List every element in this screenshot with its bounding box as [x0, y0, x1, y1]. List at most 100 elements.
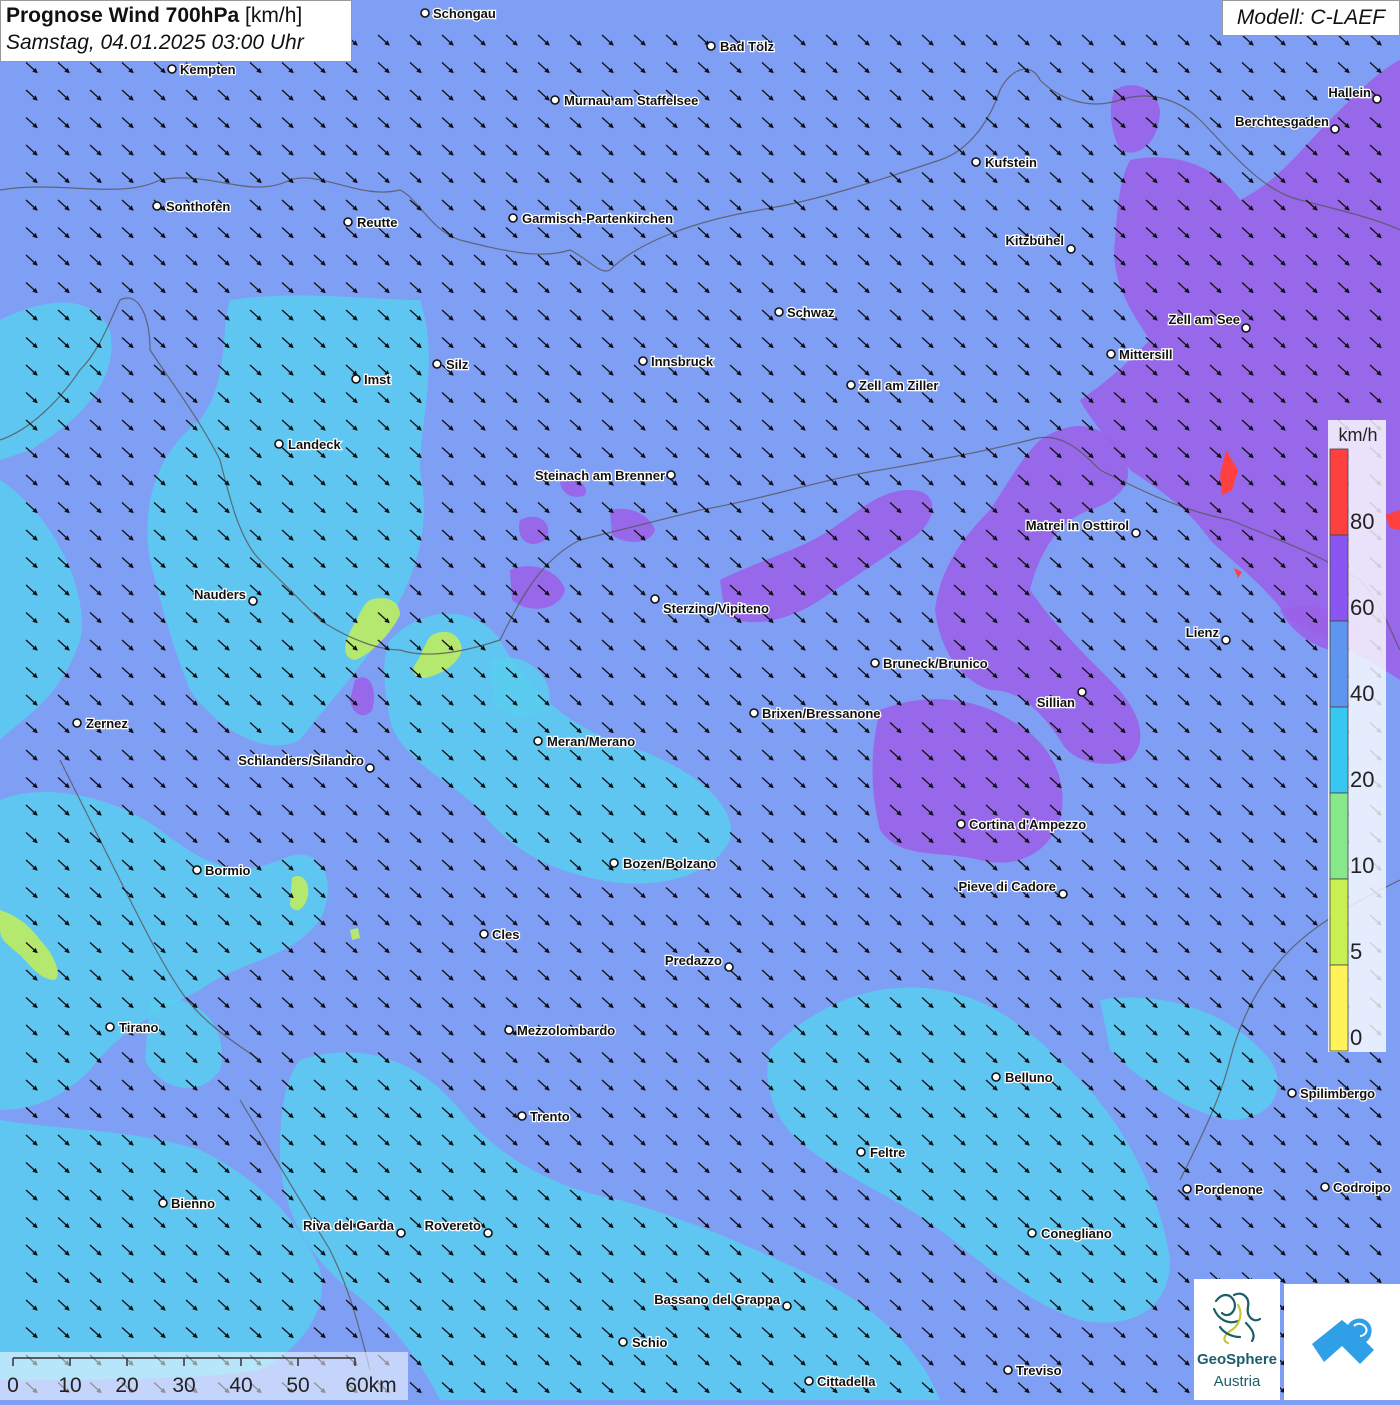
city-dot	[956, 819, 966, 829]
legend-unit: km/h	[1338, 425, 1377, 445]
city-dot	[1003, 1365, 1013, 1375]
city-dot	[1221, 635, 1231, 645]
city-dot	[650, 594, 660, 604]
city-label: Cittadella	[817, 1374, 876, 1389]
city-label: Riva del Garda	[303, 1218, 395, 1233]
legend-bin	[1329, 792, 1349, 880]
city-dot	[504, 1025, 514, 1035]
city-dot	[1027, 1228, 1037, 1238]
city-dot	[343, 217, 353, 227]
city-dot	[1058, 889, 1068, 899]
title-main: Prognose Wind 700hPa	[6, 4, 240, 27]
city-label: Bienno	[171, 1196, 215, 1211]
legend-label: 5	[1350, 939, 1362, 964]
title-unit: [km/h]	[239, 4, 303, 27]
geosphere-name: GeoSphere	[1196, 1351, 1278, 1368]
city-marker: Brixen/Bressanone	[749, 705, 882, 722]
city-label: Pieve di Cadore	[958, 879, 1056, 894]
city-label: Spilimbergo	[1300, 1086, 1375, 1101]
city-dot	[550, 95, 560, 105]
city-dot	[804, 1376, 814, 1386]
legend-color-bins	[1329, 448, 1349, 1052]
city-label: Berchtesgaden	[1235, 114, 1329, 129]
city-dot	[782, 1301, 792, 1311]
city-marker: Mezzolombardo	[504, 1022, 617, 1039]
city-label: Schongau	[433, 6, 496, 21]
city-label: Meran/Merano	[547, 734, 635, 749]
geosphere-logo: GeoSphere Austria	[1194, 1279, 1280, 1400]
city-dot	[991, 1072, 1001, 1082]
city-label: Murnau am Staffelsee	[564, 93, 698, 108]
city-dot	[1287, 1088, 1297, 1098]
city-label: Reutte	[357, 215, 397, 230]
city-dot	[1182, 1184, 1192, 1194]
city-label: Brixen/Bressanone	[762, 706, 881, 721]
legend-bin	[1329, 448, 1349, 536]
city-label: Hallein	[1328, 85, 1371, 100]
city-dot	[533, 736, 543, 746]
city-marker: Schongau	[420, 5, 497, 22]
city-dot	[248, 596, 258, 606]
scale-label: 50	[286, 1374, 309, 1397]
city-label: Bassano del Grappa	[654, 1292, 780, 1307]
city-marker: Pordenone	[1182, 1181, 1264, 1198]
title-box: Prognose Wind 700hPa [km/h] Samstag, 04.…	[0, 0, 352, 62]
city-label: Pordenone	[1195, 1182, 1263, 1197]
city-label: Treviso	[1016, 1363, 1062, 1378]
city-label: Kempten	[180, 62, 236, 77]
city-marker: Bozen/Bolzano	[609, 855, 717, 872]
city-label: Rovereto	[425, 1218, 481, 1233]
city-dot	[158, 1198, 168, 1208]
city-dot	[1330, 124, 1340, 134]
city-label: Conegliano	[1041, 1226, 1112, 1241]
city-label: Silz	[446, 357, 469, 372]
city-marker: Spilimbergo	[1287, 1085, 1376, 1102]
city-marker: Bruneck/Brunico	[870, 655, 989, 672]
city-dot	[1077, 687, 1087, 697]
city-dot	[1106, 349, 1116, 359]
scale-label: 20	[115, 1374, 138, 1397]
city-dot	[846, 380, 856, 390]
city-label: Bozen/Bolzano	[623, 856, 716, 871]
city-dot	[105, 1022, 115, 1032]
city-label: Trento	[530, 1109, 570, 1124]
city-dot	[1320, 1182, 1330, 1192]
weather-app-icon	[1312, 1318, 1374, 1364]
city-label: Bad Tölz	[720, 39, 775, 54]
scale-label: 0	[7, 1374, 19, 1397]
city-dot	[192, 865, 202, 875]
city-dot	[870, 658, 880, 668]
city-label: Codroipo	[1333, 1180, 1391, 1195]
city-label: Zell am Ziller	[859, 378, 938, 393]
legend-label: 60	[1350, 595, 1374, 620]
city-dot	[483, 1228, 493, 1238]
scale-label: 40	[229, 1374, 252, 1397]
city-dot	[72, 718, 82, 728]
forecast-datetime: Samstag, 04.01.2025 03:00 Uhr	[6, 31, 304, 54]
city-label: Belluno	[1005, 1070, 1053, 1085]
scale-label: 10	[58, 1374, 81, 1397]
city-label: Feltre	[870, 1145, 905, 1160]
city-label: Bruneck/Brunico	[883, 656, 988, 671]
geosphere-emblem-icon	[1212, 1292, 1262, 1345]
city-label: Zell am See	[1168, 312, 1240, 327]
wind-forecast-map: Schongau Bad Tölz Kempten Murnau am Staffel…	[0, 0, 1400, 1400]
city-dot	[351, 374, 361, 384]
legend-bin	[1329, 620, 1349, 708]
map-title: Prognose Wind 700hPa [km/h]	[6, 4, 346, 28]
city-marker: Zell am Ziller	[846, 377, 940, 394]
city-label: Tirano	[119, 1020, 159, 1035]
city-label: Sterzing/Vipiteno	[663, 601, 769, 616]
legend-bin	[1329, 878, 1349, 966]
city-dot	[1241, 323, 1251, 333]
city-dot	[396, 1228, 406, 1238]
city-label: Bormio	[205, 863, 251, 878]
city-label: Kitzbühel	[1006, 233, 1065, 248]
city-label: Mezzolombardo	[517, 1023, 615, 1038]
city-dot	[749, 708, 759, 718]
color-legend: km/h 80 60 40 20 10 5 0	[1328, 420, 1386, 1052]
city-marker: Garmisch-Partenkirchen	[508, 210, 674, 227]
city-label: Sonthofen	[166, 199, 230, 214]
city-dot	[274, 439, 284, 449]
city-marker: Meran/Merano	[533, 733, 636, 750]
